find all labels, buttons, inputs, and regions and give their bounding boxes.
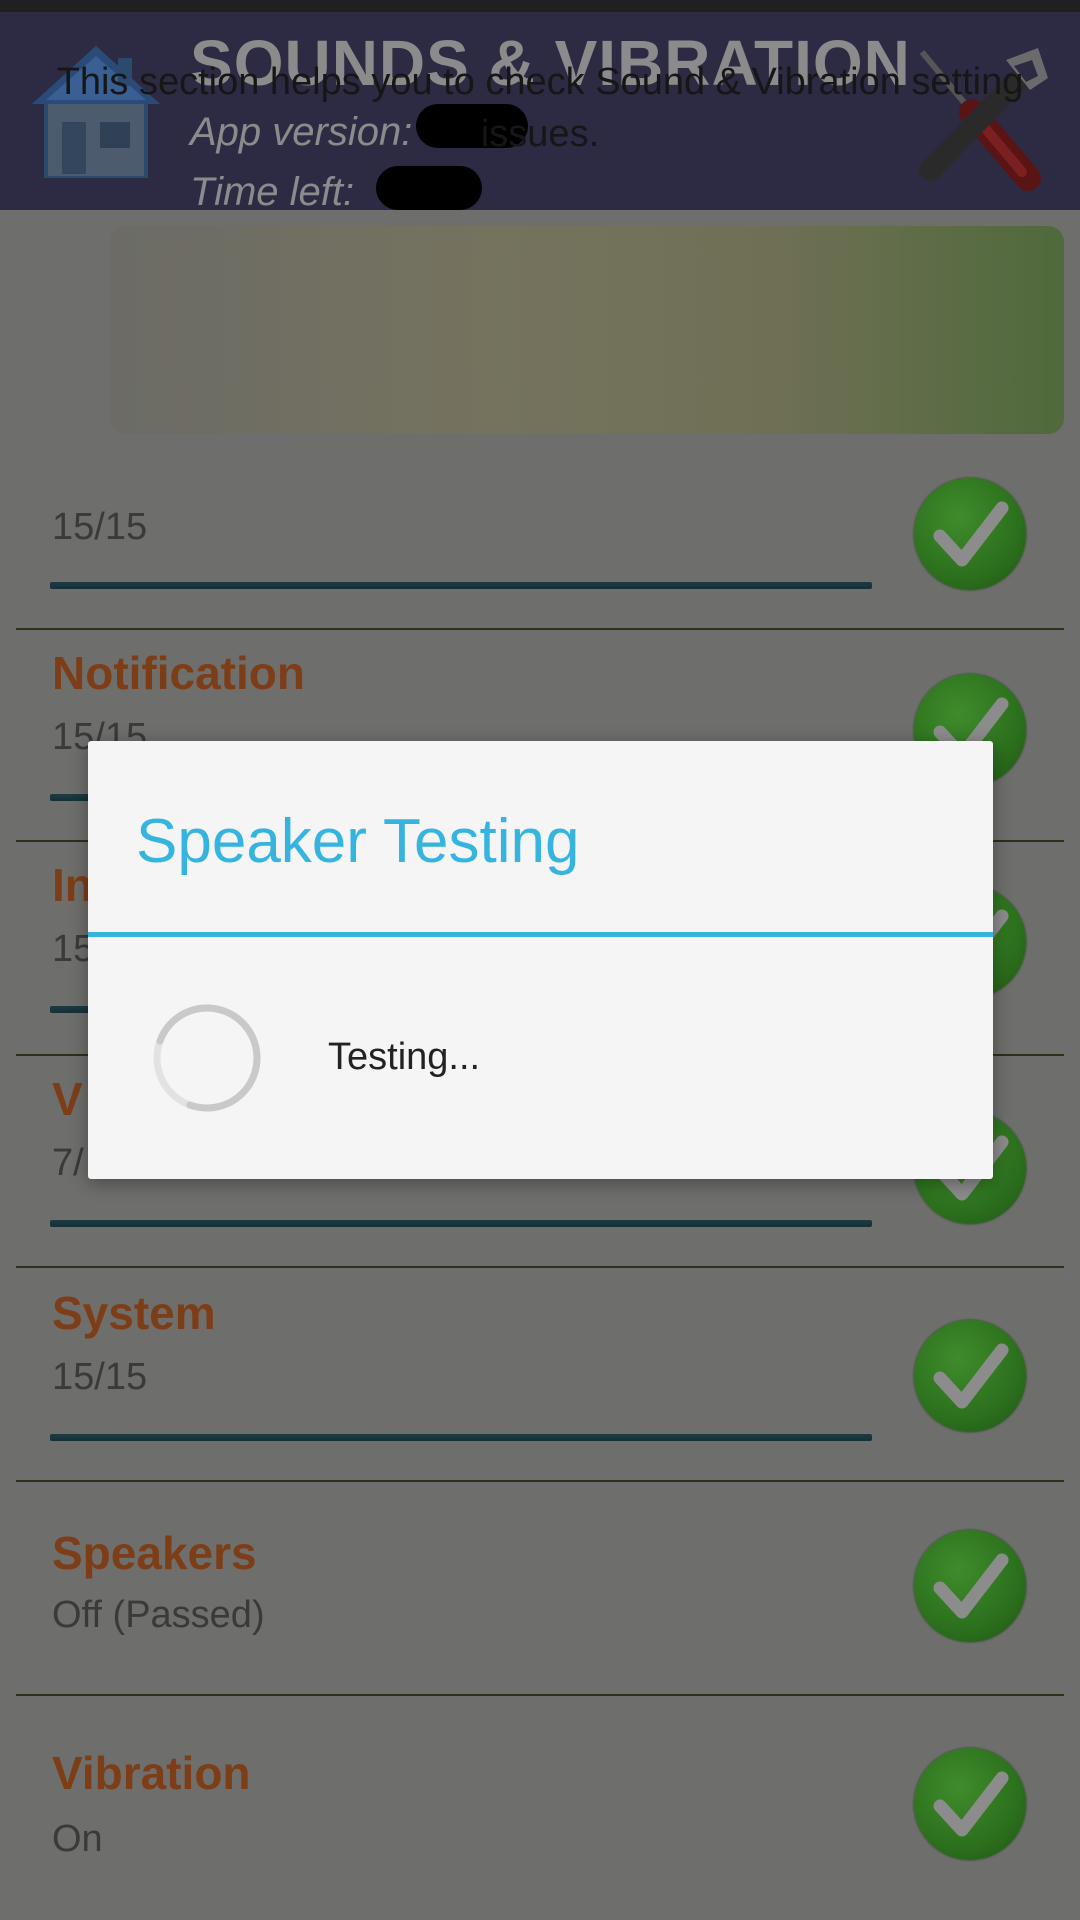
row-value: 7/ [52,1142,84,1184]
row-title: System [52,1287,216,1339]
check-icon [914,1530,1026,1642]
list-item[interactable]: Vibration On [16,1696,1064,1920]
info-banner [110,226,1064,434]
row-title: Speakers [52,1527,257,1579]
row-title: V [52,1073,83,1125]
check-icon [914,478,1026,590]
list-item[interactable]: System 15/15 [16,1268,1064,1482]
dialog-message: Testing... [328,1036,481,1078]
row-value: 15/15 [52,506,148,548]
row-title: Vibration [52,1747,251,1799]
progress-bar [50,1434,872,1441]
check-icon [914,1320,1026,1432]
row-value: Off (Passed) [52,1594,265,1636]
progress-bar [50,582,872,589]
row-value: 15/15 [52,1356,148,1398]
list-item[interactable]: Speakers Off (Passed) [16,1482,1064,1696]
dialog-title: Speaker Testing [136,807,580,876]
dialog-divider [88,932,993,937]
info-banner-text: This section helps you to check Sound & … [56,61,1024,155]
row-title: Notification [52,647,305,699]
speaker-testing-dialog: Speaker Testing Testing... [88,741,993,1179]
spinner-icon [153,1004,261,1112]
row-title: In [52,859,93,911]
check-icon [914,1748,1026,1860]
time-left-label: Time left: [190,170,355,214]
list-item[interactable]: 15/15 [16,434,1064,630]
redacted-time-left [376,166,482,210]
row-value: On [52,1818,103,1860]
progress-bar [50,1220,872,1227]
